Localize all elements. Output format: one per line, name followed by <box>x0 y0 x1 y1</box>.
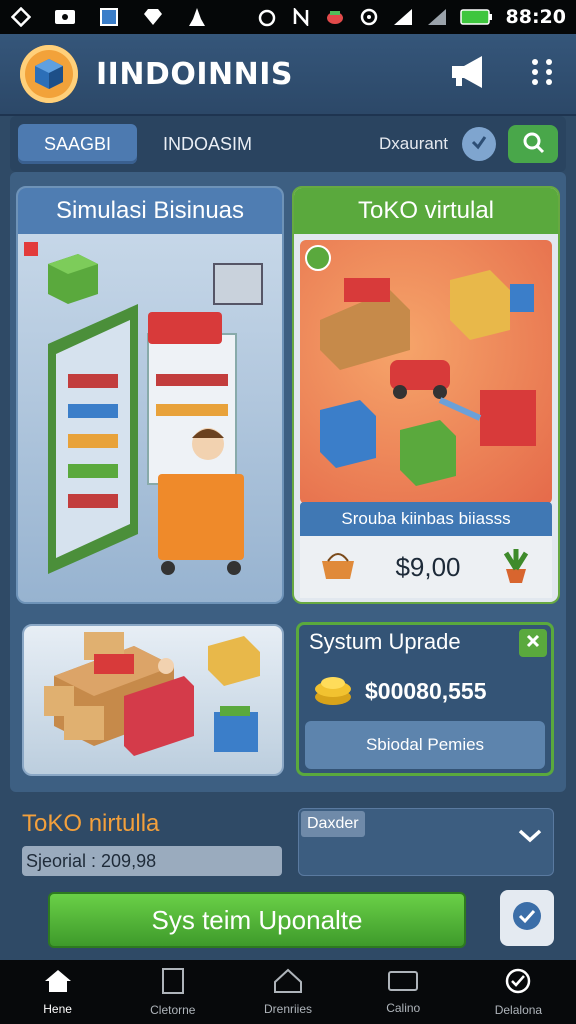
upgrade-action-button[interactable]: Sbiodal Pemies <box>305 721 545 769</box>
app-title: IINDOINNIS <box>96 56 293 92</box>
dropdown-label: Daxder <box>301 811 365 837</box>
grid-menu-icon[interactable] <box>528 56 556 92</box>
chevron-down-icon <box>517 825 543 849</box>
n-icon <box>290 6 312 28</box>
wallet-icon <box>54 6 76 28</box>
nav-label: Calino <box>386 1001 421 1015</box>
check-icon <box>470 133 488 155</box>
system-update-button[interactable]: Sys teim Uponalte <box>48 892 466 948</box>
confirm-button[interactable] <box>500 890 554 946</box>
square-icon <box>98 6 120 28</box>
home-icon <box>43 968 73 998</box>
toko-price-row: $9,00 <box>300 536 552 598</box>
store-summary-value: Sjeorial : 209,98 <box>22 846 282 876</box>
toko-card-title: ToKO virtulal <box>294 188 558 234</box>
house-outline-icon <box>273 968 303 998</box>
status-bar: 88:20 <box>0 0 576 34</box>
check-button[interactable] <box>462 127 496 161</box>
toko-illustration <box>300 240 552 504</box>
hand-icon <box>324 6 346 28</box>
tab-indoasim[interactable]: INDOASIM <box>137 124 278 164</box>
store-card[interactable] <box>22 624 284 776</box>
wifi-icon <box>426 6 448 28</box>
alarm-icon <box>256 6 278 28</box>
toko-price: $9,00 <box>395 551 461 582</box>
upgrade-amount: $00080,555 <box>365 677 487 704</box>
nav-label: Drenriies <box>264 1002 313 1016</box>
tab-saagbi[interactable]: SAAGBI <box>18 124 138 164</box>
nav-label: Hene <box>43 1002 72 1016</box>
gem-icon <box>142 6 164 28</box>
simulation-illustration <box>18 234 282 602</box>
main-panel: Simulasi Bisinuas ToKO virtulal Srouba k… <box>10 172 566 792</box>
clean-icon <box>186 6 208 28</box>
check-badge-icon <box>511 900 543 936</box>
vpn-icon <box>358 6 380 28</box>
nav-item-delalona[interactable]: Delalona <box>461 960 576 1024</box>
megaphone-icon[interactable] <box>448 54 488 94</box>
store-summary-title: ToKO nirtulla <box>22 810 160 837</box>
window-icon <box>387 969 419 997</box>
battery-icon <box>459 6 494 28</box>
basket-icon <box>318 549 358 585</box>
upgrade-card: Systum Uprade $00080,555 Sbiodal Pemies <box>296 622 554 776</box>
app-header: IINDOINNIS <box>0 34 576 116</box>
diamond-icon <box>10 6 32 28</box>
bottom-nav: Hene Cletorne Drenriies Calino Delalona <box>0 960 576 1024</box>
search-button[interactable] <box>508 125 558 163</box>
search-icon <box>521 130 545 158</box>
toko-subtitle: Srouba kiinbas biiasss <box>300 502 552 536</box>
clock: 88:20 <box>505 6 566 28</box>
nav-label: Cletorne <box>150 1003 196 1017</box>
nav-item-home[interactable]: Hene <box>0 960 115 1024</box>
tab-strip: SAAGBI INDOASIM Dxaurant <box>10 116 566 172</box>
upgrade-title: Systum Uprade <box>309 629 461 654</box>
close-icon <box>525 633 541 653</box>
document-icon <box>160 967 186 999</box>
nav-label: Delalona <box>494 1003 543 1017</box>
dropdown-select[interactable]: Daxder <box>298 808 554 876</box>
toko-card[interactable]: ToKO virtulal Srouba kiinbas biiasss $9,… <box>292 186 560 604</box>
plant-icon <box>498 545 534 589</box>
nav-item-cletorne[interactable]: Cletorne <box>115 960 230 1024</box>
filter-label: Dxaurant <box>379 134 448 153</box>
simulation-card-title: Simulasi Bisinuas <box>18 188 282 234</box>
cube-logo-icon <box>20 45 78 103</box>
signal-icon <box>392 6 414 28</box>
gold-coins-icon <box>313 671 353 711</box>
nav-item-drenriies[interactable]: Drenriies <box>230 960 345 1024</box>
nav-item-calino[interactable]: Calino <box>346 960 461 1024</box>
close-button[interactable] <box>519 629 547 657</box>
simulation-card[interactable]: Simulasi Bisinuas <box>16 186 284 604</box>
settings-check-icon <box>503 967 533 999</box>
